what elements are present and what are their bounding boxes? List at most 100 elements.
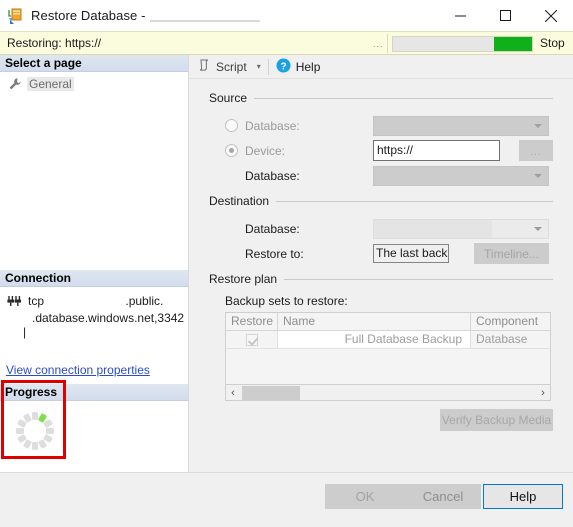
browse-device-button[interactable]: ... [519,140,553,161]
close-button[interactable] [528,0,573,31]
title-redaction [149,19,260,22]
checkbox-icon[interactable] [245,333,258,346]
svg-text:?: ? [280,61,286,72]
source-group: Source Database: Device: https:// ... Da… [209,91,553,188]
restore-plan-group-title: Restore plan [209,272,553,286]
column-header-name[interactable]: Name [278,313,471,330]
connection-protocol: tcp [28,294,45,308]
destination-database-combo[interactable] [373,218,549,239]
group-rule [284,278,553,280]
restoring-status-strip: Restoring: https:// ... Stop [0,31,573,55]
chevron-down-icon[interactable]: ▾ [257,62,261,71]
grid-horizontal-scrollbar[interactable]: ‹ › [225,385,551,401]
column-header-restore[interactable]: Restore [226,313,278,330]
script-button[interactable]: Script [194,56,251,78]
destination-group-label: Destination [209,194,270,208]
progress-marquee-chunk [494,37,532,51]
window-controls [438,0,573,31]
sidebar-item-label: General [27,76,74,91]
right-pane: Script ▾ ? Help Source Database: Device:… [189,55,573,472]
chevron-down-icon [534,123,542,128]
progress-spinner-area [0,401,188,463]
source-device-database-combo[interactable] [373,165,549,186]
scroll-left-arrow-icon[interactable]: ‹ [226,386,240,400]
source-device-input[interactable]: https:// [373,140,500,161]
timeline-button[interactable]: Timeline... [474,243,549,264]
destination-group-title: Destination [209,194,553,208]
dialog-toolbar: Script ▾ ? Help [189,55,573,79]
scroll-track[interactable] [240,385,536,400]
stop-button[interactable]: Stop [540,36,565,50]
status-overflow-icon[interactable]: ... [373,40,384,49]
verify-backup-media-button[interactable]: Verify Backup Media [440,409,553,431]
restoring-status-text: Restoring: https:// [7,36,102,50]
source-device-radio[interactable]: Device: [225,144,373,158]
restore-database-dialog: Restore Database - Restoring: https:// .… [0,0,573,527]
window-title: Restore Database - [31,8,146,23]
grid-header-row: Restore Name Component [226,313,550,331]
destination-database-label-wrap: Database: [225,222,373,236]
radio-icon [225,119,238,132]
minimize-button[interactable] [438,0,483,31]
destination-database-row: Database: [225,216,553,241]
ok-button[interactable]: OK [325,484,405,509]
scroll-thumb[interactable] [242,385,300,400]
source-database-label: Database: [245,118,300,133]
source-device-database-row: Database: [225,163,553,188]
combo-inner [374,219,492,238]
progress-header: Progress [0,384,188,401]
table-row[interactable]: Full Database Backup Database [226,331,550,349]
source-database-radio[interactable]: Database: [225,119,373,133]
script-icon [198,58,212,75]
source-group-title: Source [209,91,553,105]
toolbar-separator [267,58,269,75]
column-header-component[interactable]: Component [471,313,550,330]
source-device-database-label: Database: [245,168,300,183]
restore-progress-bar [392,36,533,52]
select-page-header: Select a page [0,55,188,72]
help-circle-icon: ? [276,58,291,76]
source-device-row: Device: https:// ... [225,138,553,163]
restore-plan-group: Restore plan Backup sets to restore: Res… [209,272,553,431]
source-database-row: Database: [225,113,553,138]
backup-sets-label: Backup sets to restore: [225,294,348,308]
dialog-footer: OK Cancel Help [0,472,573,527]
backup-sets-grid[interactable]: Restore Name Component Full Database Bac… [225,312,551,385]
progress-section: Progress [0,380,188,463]
restore-to-label: Restore to: [245,246,304,261]
cell-component: Database [476,332,528,346]
cell-restore-checkbox[interactable] [226,331,278,348]
group-rule [276,200,553,202]
grid-empty-area [226,349,550,384]
connection-suffix: .public. [125,294,164,308]
restore-to-value: The last back [373,244,449,263]
restore-database-icon [8,8,24,24]
chevron-down-icon [534,173,542,178]
connection-host: .database.windows.net,3342 [32,311,185,325]
help-button-footer[interactable]: Help [483,484,563,509]
help-label: Help [295,59,321,74]
group-rule [254,97,553,99]
help-button[interactable]: ? Help [272,56,325,78]
title-bar: Restore Database - [0,0,573,31]
view-connection-properties-link[interactable]: View connection properties [6,363,150,377]
restore-to-label-wrap: Restore to: [225,247,373,261]
cancel-button[interactable]: Cancel [405,484,481,509]
scroll-right-arrow-icon[interactable]: › [536,386,550,400]
left-pane: Select a page General Connection tcp .pu… [0,55,498,472]
destination-group: Destination Database: Restore to: The la… [209,194,553,266]
dialog-content: Source Database: Device: https:// ... Da… [189,79,573,431]
source-database-combo[interactable] [373,115,549,136]
radio-icon [225,144,238,157]
source-group-label: Source [209,91,248,105]
connection-redaction: | | [23,325,498,350]
sidebar-item-general[interactable]: General [0,75,188,92]
wrench-icon [8,77,22,91]
dialog-body: Select a page General Connection tcp .pu… [0,55,573,472]
destination-restore-to-row: Restore to: The last back Timeline... [225,241,553,266]
restore-plan-group-label: Restore plan [209,272,278,286]
maximize-button[interactable] [483,0,528,31]
connection-header: Connection [0,270,188,287]
chevron-down-icon [534,226,542,231]
plug-icon [6,295,22,311]
